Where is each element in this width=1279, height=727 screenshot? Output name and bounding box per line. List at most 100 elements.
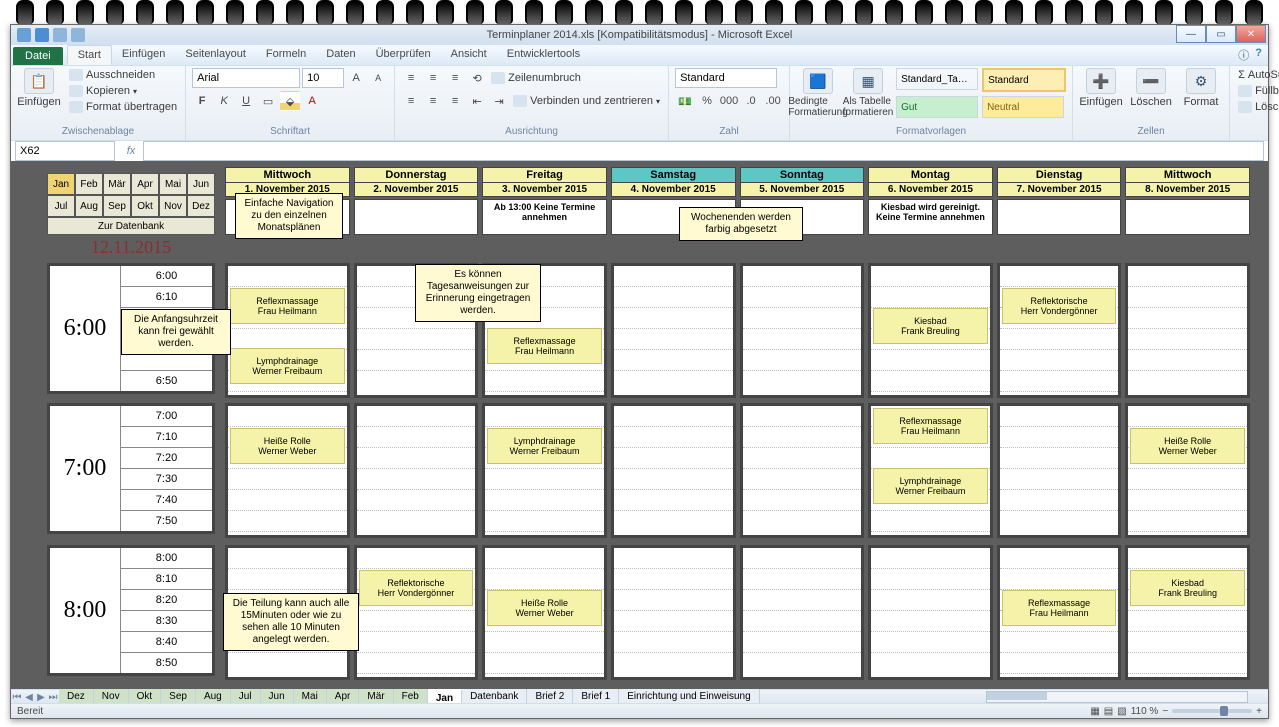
sheet-tab[interactable]: Mär <box>359 689 393 703</box>
day-column[interactable]: Heiße RolleWerner Weber <box>1125 403 1250 538</box>
sheet-tab[interactable]: Brief 1 <box>573 689 619 703</box>
align-left-icon[interactable]: ≡ <box>401 91 421 111</box>
fill-color-button[interactable]: ⬙ <box>280 91 300 111</box>
font-name-combo[interactable]: Arial <box>192 68 300 88</box>
month-jul[interactable]: Jul <box>47 195 75 217</box>
minimize-ribbon-icon[interactable]: ⓘ <box>1238 47 1249 63</box>
day-column[interactable]: Heiße RolleWerner Weber <box>482 545 607 680</box>
align-mid-icon[interactable]: ≡ <box>423 68 443 88</box>
number-format-combo[interactable]: Standard <box>675 68 777 88</box>
autosum-button[interactable]: ΣAutoSumme▾ <box>1236 68 1279 82</box>
ribbon-tab-überprüfen[interactable]: Überprüfen <box>366 45 441 65</box>
ribbon-tab-ansicht[interactable]: Ansicht <box>441 45 497 65</box>
sheet-tab[interactable]: Apr <box>327 689 360 703</box>
quick-access-toolbar[interactable] <box>11 28 91 42</box>
day-column[interactable] <box>740 263 865 398</box>
sheet-tab[interactable]: Dez <box>59 689 94 703</box>
month-nov[interactable]: Nov <box>159 195 187 217</box>
view-normal-icon[interactable]: ▦ <box>1090 706 1099 717</box>
sheet-tab[interactable]: Nov <box>94 689 129 703</box>
sheet-tab[interactable]: Okt <box>129 689 162 703</box>
day-column[interactable]: ReflexmassageFrau HeilmannLymphdrainageW… <box>868 403 993 538</box>
appointment[interactable]: Heiße RolleWerner Weber <box>1130 428 1245 464</box>
redo-icon[interactable] <box>71 28 85 42</box>
day-note-cell[interactable]: Ab 13:00 Keine Termine annehmen <box>482 199 607 235</box>
month-okt[interactable]: Okt <box>131 195 159 217</box>
day-column[interactable] <box>740 545 865 680</box>
worksheet-area[interactable]: JanFebMärAprMaiJun JulAugSepOktNovDez Zu… <box>11 161 1268 690</box>
underline-button[interactable]: U <box>236 91 256 111</box>
day-column[interactable] <box>740 403 865 538</box>
month-jun[interactable]: Jun <box>187 173 215 195</box>
format-painter-button[interactable]: Format übertragen <box>67 100 179 114</box>
appointment[interactable]: KiesbadFrank Breuling <box>873 308 988 344</box>
day-note-cell[interactable] <box>354 199 479 235</box>
file-tab[interactable]: Datei <box>13 47 63 65</box>
day-column[interactable]: LymphdrainageWerner Freibaum <box>482 403 607 538</box>
paste-button[interactable]: 📋Einfügen <box>17 68 61 108</box>
day-column[interactable] <box>1125 263 1250 398</box>
ribbon-tab-entwicklertools[interactable]: Entwicklertools <box>497 45 590 65</box>
orientation-icon[interactable]: ⟲ <box>467 68 487 88</box>
align-right-icon[interactable]: ≡ <box>445 91 465 111</box>
appointment[interactable]: ReflektorischeHerr Vondergönner <box>1002 288 1117 324</box>
currency-icon[interactable]: 💵 <box>675 91 695 111</box>
appointment[interactable]: LymphdrainageWerner Freibaum <box>230 348 345 384</box>
sheet-tab[interactable]: Feb <box>394 689 428 703</box>
style-neutral[interactable]: Neutral <box>982 96 1064 118</box>
ribbon-tab-einfügen[interactable]: Einfügen <box>112 45 175 65</box>
percent-icon[interactable]: % <box>697 91 717 111</box>
appointment[interactable]: ReflexmassageFrau Heilmann <box>230 288 345 324</box>
merge-button[interactable]: Verbinden und zentrieren▾ <box>511 94 662 108</box>
save-icon[interactable] <box>35 28 49 42</box>
appointment[interactable]: ReflektorischeHerr Vondergönner <box>359 570 474 606</box>
sheet-tab[interactable]: Aug <box>196 689 231 703</box>
day-column[interactable]: ReflektorischeHerr Vondergönner <box>997 263 1122 398</box>
wrap-text-button[interactable]: Zeilenumbruch <box>489 71 583 85</box>
ribbon-tab-seitenlayout[interactable]: Seitenlayout <box>175 45 256 65</box>
style-gut[interactable]: Gut <box>896 96 978 118</box>
tab-first-icon[interactable]: ⏮ <box>11 692 23 703</box>
day-column[interactable]: KiesbadFrank Breuling <box>868 263 993 398</box>
day-column[interactable]: ReflektorischeHerr Vondergönner <box>354 545 479 680</box>
help-icon[interactable]: ? <box>1255 47 1262 63</box>
zoom-in-icon[interactable]: + <box>1256 706 1262 717</box>
month-mär[interactable]: Mär <box>103 173 131 195</box>
font-color-button[interactable]: A <box>302 91 322 111</box>
sheet-tab[interactable]: Datenbank <box>462 689 527 703</box>
tab-prev-icon[interactable]: ◀ <box>23 692 35 703</box>
day-column[interactable] <box>997 403 1122 538</box>
minimize-button[interactable]: — <box>1176 25 1206 43</box>
day-column[interactable]: KiesbadFrank Breuling <box>1125 545 1250 680</box>
bold-button[interactable]: F <box>192 91 212 111</box>
align-bot-icon[interactable]: ≡ <box>445 68 465 88</box>
day-column[interactable] <box>354 403 479 538</box>
appointment[interactable]: Heiße RolleWerner Weber <box>487 590 602 626</box>
grow-font-icon[interactable]: A <box>346 68 366 88</box>
month-dez[interactable]: Dez <box>187 195 215 217</box>
day-note-cell[interactable] <box>1125 199 1250 235</box>
ribbon-tab-formeln[interactable]: Formeln <box>256 45 316 65</box>
sheet-tab[interactable]: Mai <box>294 689 327 703</box>
month-mai[interactable]: Mai <box>159 173 187 195</box>
copy-button[interactable]: Kopieren▾ <box>67 84 179 98</box>
appointment[interactable]: ReflexmassageFrau Heilmann <box>1002 590 1117 626</box>
ribbon-tab-start[interactable]: Start <box>67 45 112 65</box>
day-column[interactable]: ReflexmassageFrau Heilmann LymphdrainageW… <box>225 263 350 398</box>
sheet-tab[interactable]: Jun <box>261 689 294 703</box>
appointment[interactable]: LymphdrainageWerner Freibaum <box>873 468 988 504</box>
style-standard[interactable]: Standard <box>982 68 1066 92</box>
name-box[interactable]: X62 <box>15 141 115 161</box>
day-column[interactable] <box>611 545 736 680</box>
day-note-cell[interactable]: Kiesbad wird gereinigt. Keine Termine an… <box>868 199 993 235</box>
table-format-button[interactable]: ▦Als Tabelle formatieren <box>846 68 890 118</box>
font-size-combo[interactable]: 10 <box>302 68 344 88</box>
style-standard-ta[interactable]: Standard_Ta… <box>896 68 978 90</box>
month-feb[interactable]: Feb <box>75 173 103 195</box>
fill-button[interactable]: Füllbereich▾ <box>1236 84 1279 98</box>
formula-input[interactable] <box>143 141 1264 161</box>
dec-indent-icon[interactable]: ⇤ <box>467 91 487 111</box>
day-column[interactable]: ReflexmassageFrau Heilmann <box>997 545 1122 680</box>
ribbon-tab-daten[interactable]: Daten <box>316 45 365 65</box>
align-top-icon[interactable]: ≡ <box>401 68 421 88</box>
